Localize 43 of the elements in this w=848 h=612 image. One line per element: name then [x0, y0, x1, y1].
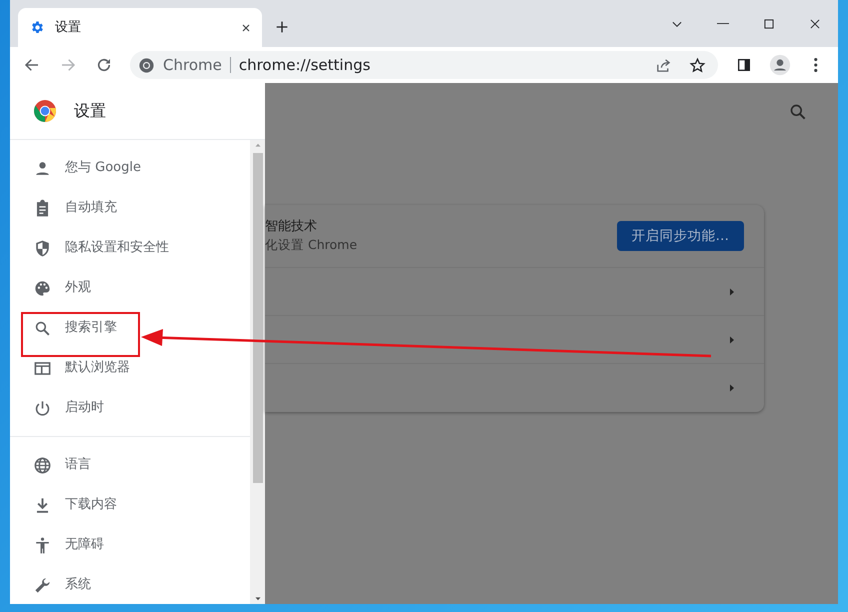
wrench-icon: [33, 576, 52, 594]
minimize-icon: [717, 22, 729, 24]
sidebar-item[interactable]: 自动填充: [10, 188, 250, 228]
sidebar-item[interactable]: 系统: [10, 565, 250, 604]
scrollbar-thumb[interactable]: [252, 153, 262, 483]
plus-icon: [274, 19, 290, 35]
card-title: 智能技术: [265, 218, 318, 236]
sidebar-item[interactable]: 启动时: [10, 388, 250, 428]
palette-icon: [33, 278, 52, 298]
url-text: chrome://settings: [238, 54, 372, 76]
gear-icon: [30, 20, 45, 35]
reload-icon: [95, 56, 113, 74]
tab-title: 设置: [55, 18, 82, 37]
sidebar-item[interactable]: 搜索引擎: [10, 308, 250, 348]
card-subtitle: 化设置 Chrome: [265, 236, 358, 254]
side-panel-icon: [736, 57, 752, 73]
maximize-icon: [762, 16, 776, 30]
globe-icon: [33, 456, 52, 474]
sidebar-item[interactable]: 默认浏览器: [10, 348, 250, 388]
sidebar-item[interactable]: 无障碍: [10, 525, 250, 565]
close-icon[interactable]: [240, 22, 252, 34]
star-icon: [688, 56, 706, 74]
share-icon: [654, 56, 672, 74]
chrome-logo-icon: [138, 56, 155, 74]
drawer-title: 设置: [74, 100, 106, 122]
shield-icon: [33, 238, 52, 258]
sidebar-item[interactable]: 下载内容: [10, 485, 250, 525]
sidebar-item[interactable]: 隐私设置和安全性: [10, 228, 250, 268]
avatar-icon: [769, 54, 791, 76]
accessibility-icon: [33, 536, 52, 554]
sidebar-item[interactable]: 外观: [10, 268, 250, 308]
close-icon: [808, 16, 822, 30]
browser-tab[interactable]: 设置: [18, 8, 262, 47]
site-label: Chrome: [163, 57, 231, 73]
sync-button[interactable]: 开启同步功能…: [616, 220, 744, 252]
sidebar-item[interactable]: 您与 Google: [10, 148, 250, 188]
power-icon: [33, 398, 52, 418]
kebab-menu-icon: [814, 58, 818, 72]
search-icon: [788, 102, 808, 122]
sidebar-item[interactable]: 语言: [10, 445, 250, 485]
chrome-logo-icon: [33, 99, 57, 123]
address-bar[interactable]: Chrome chrome://settings: [130, 51, 718, 79]
scrollbar[interactable]: [250, 140, 265, 604]
